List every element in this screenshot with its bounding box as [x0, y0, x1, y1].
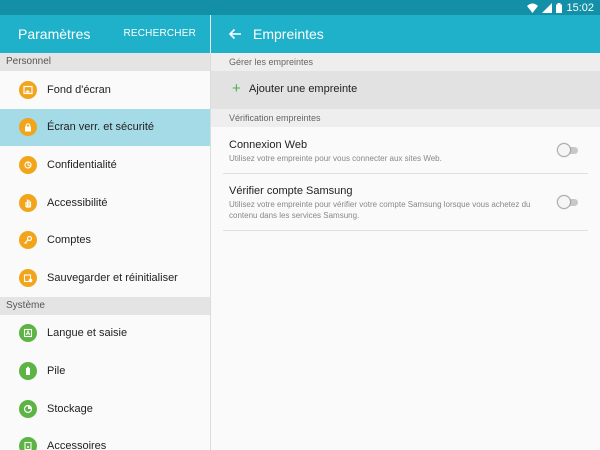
sidebar-item-label: Stockage — [47, 402, 93, 415]
wifi-icon — [527, 3, 539, 13]
detail-header: Empreintes — [211, 15, 600, 53]
setting-description: Utilisez votre empreinte pour vérifier v… — [229, 200, 531, 220]
toggle-thumb — [558, 144, 570, 156]
plus-icon: + — [232, 80, 241, 97]
wallpaper-icon — [19, 80, 37, 99]
status-icons: 15:02 — [527, 1, 594, 14]
storage-icon — [19, 399, 37, 418]
settings-sidebar: Personnel Fond d'écran Écran verr. et sé… — [0, 53, 210, 450]
sidebar-item-lock-security[interactable]: Écran verr. et sécurité — [0, 108, 210, 147]
sidebar-item-label: Comptes — [47, 234, 92, 247]
sidebar-item-label: Langue et saisie — [47, 327, 128, 340]
sidebar-item-label: Accessibilité — [47, 196, 108, 209]
hand-icon — [19, 193, 37, 212]
lock-icon — [19, 118, 37, 137]
sidebar-item-accounts[interactable]: Comptes — [0, 221, 210, 259]
section-personnel: Personnel — [0, 53, 210, 71]
setting-web-signin[interactable]: Connexion Web Utilisez votre empreinte p… — [223, 127, 588, 174]
status-bar: 15:02 — [0, 0, 600, 15]
sidebar-item-label: Accessoires — [47, 440, 107, 450]
sidebar-item-label: Écran verr. et sécurité — [47, 121, 154, 134]
battery-status-icon — [556, 2, 563, 13]
accessories-icon — [19, 437, 37, 450]
toggle-thumb — [558, 196, 570, 208]
back-arrow-icon[interactable] — [227, 26, 243, 42]
section-manage-fingerprints: Gérer les empreintes — [211, 53, 600, 71]
add-fingerprint-button[interactable]: + Ajouter une empreinte — [211, 71, 600, 109]
settings-title: Paramètres — [18, 26, 91, 42]
section-systeme: Système — [0, 296, 210, 315]
privacy-icon — [19, 155, 37, 174]
status-time: 15:02 — [566, 1, 594, 14]
setting-description: Utilisez votre empreinte pour vous conne… — [229, 154, 442, 163]
sidebar-item-language[interactable]: Langue et saisie — [0, 315, 210, 353]
fingerprints-panel: Gérer les empreintes + Ajouter une empre… — [211, 53, 600, 450]
setting-title: Connexion Web — [229, 139, 308, 151]
sidebar-item-accessibility[interactable]: Accessibilité — [0, 184, 210, 222]
sidebar-item-privacy[interactable]: Confidentialité — [0, 146, 210, 184]
section-verify-fingerprints: Vérification empreintes — [211, 109, 600, 127]
setting-verify-samsung-account[interactable]: Vérifier compte Samsung Utilisez votre e… — [223, 174, 588, 231]
web-signin-toggle[interactable] — [558, 144, 580, 156]
battery-icon — [19, 361, 37, 380]
sidebar-item-wallpaper[interactable]: Fond d'écran — [0, 71, 210, 109]
settings-header: Paramètres RECHERCHER — [0, 15, 210, 53]
sidebar-item-storage[interactable]: Stockage — [0, 390, 210, 428]
sidebar-item-accessories[interactable]: Accessoires — [0, 427, 210, 450]
signal-icon — [542, 2, 553, 13]
key-icon — [19, 231, 37, 250]
sidebar-item-battery[interactable]: Pile — [0, 352, 210, 390]
backup-icon — [19, 268, 37, 287]
setting-title: Vérifier compte Samsung — [229, 185, 353, 197]
sidebar-item-label: Sauvegarder et réinitialiser — [47, 271, 178, 284]
sidebar-item-label: Confidentialité — [47, 158, 117, 171]
add-fingerprint-label: Ajouter une empreinte — [249, 83, 358, 95]
page-title: Empreintes — [253, 26, 324, 42]
language-icon — [19, 324, 37, 343]
samsung-account-toggle[interactable] — [558, 196, 580, 208]
sidebar-item-label: Fond d'écran — [47, 83, 111, 96]
sidebar-item-backup-reset[interactable]: Sauvegarder et réinitialiser — [0, 259, 210, 297]
search-button[interactable]: RECHERCHER — [123, 28, 196, 39]
sidebar-item-label: Pile — [47, 364, 66, 377]
